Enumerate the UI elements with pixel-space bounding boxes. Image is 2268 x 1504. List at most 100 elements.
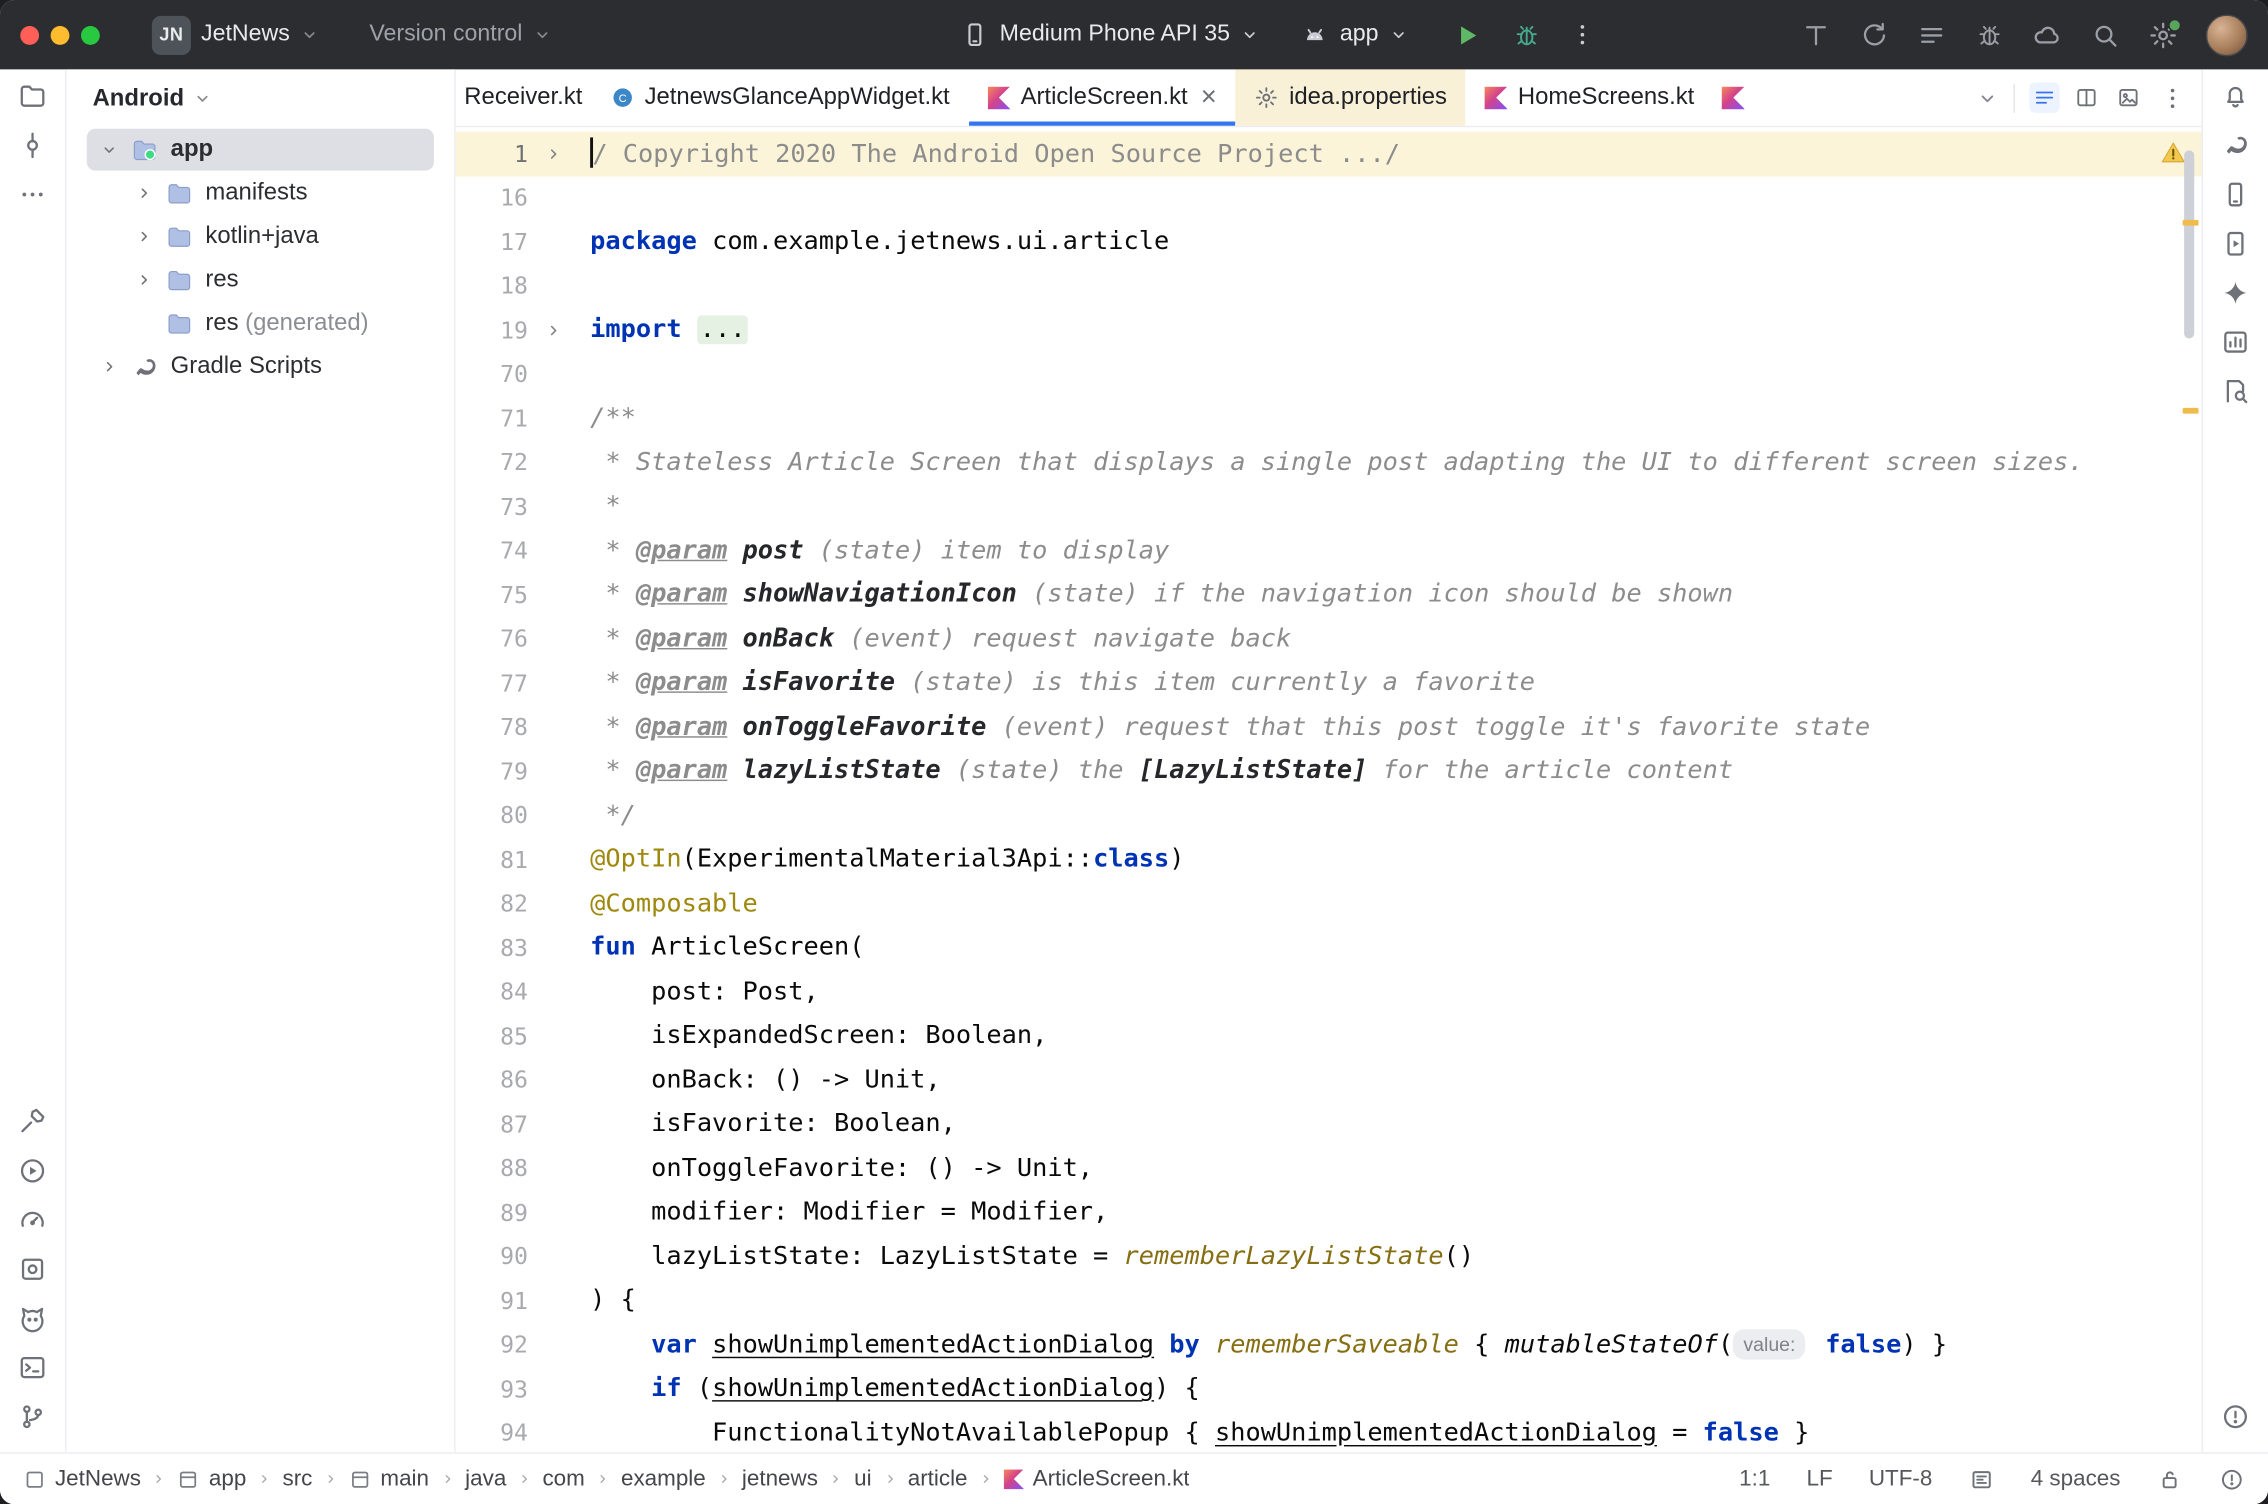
tab-homescreens-kt[interactable]: HomeScreens.kt bbox=[1466, 69, 1713, 125]
code-line-86[interactable]: 86 onBack: () -> Unit, bbox=[456, 1058, 2202, 1102]
breadcrumb-jetnews[interactable]: JetNews bbox=[23, 1466, 141, 1492]
code-line-92[interactable]: 92 var showUnimplementedActionDialog by … bbox=[456, 1323, 2202, 1367]
build-variants-icon[interactable] bbox=[1917, 20, 1947, 50]
code-line-16[interactable]: 16 bbox=[456, 176, 2202, 220]
code-line-72[interactable]: 72 * Stateless Article Screen that displ… bbox=[456, 440, 2202, 484]
reader-mode-toggle[interactable] bbox=[1969, 1466, 1995, 1492]
tree-item-res[interactable]: res bbox=[87, 259, 434, 301]
search-everywhere-icon[interactable] bbox=[2090, 20, 2120, 50]
tree-item-manifests[interactable]: manifests bbox=[87, 172, 434, 214]
code-line-70[interactable]: 70 bbox=[456, 352, 2202, 396]
code-line-74[interactable]: 74 * @param post (state) item to display bbox=[456, 529, 2202, 573]
breadcrumb-main[interactable]: main bbox=[349, 1466, 429, 1492]
app-quality-insights-icon[interactable] bbox=[1974, 20, 2004, 50]
inspection-status-icon[interactable] bbox=[2219, 1466, 2245, 1492]
tab-jetnewsglanceappwidget-kt[interactable]: CJetnewsGlanceAppWidget.kt bbox=[591, 69, 968, 125]
code-line-93[interactable]: 93 if (showUnimplementedActionDialog) { bbox=[456, 1367, 2202, 1411]
project-widget[interactable]: JN JetNews bbox=[152, 15, 320, 54]
chevron-right-icon[interactable] bbox=[130, 267, 156, 293]
more-run-actions-icon[interactable] bbox=[1568, 20, 1597, 49]
breadcrumb-jetnews[interactable]: jetnews bbox=[742, 1466, 818, 1492]
commit-tool-button[interactable] bbox=[17, 130, 47, 160]
code-editor[interactable]: 1/ Copyright 2020 The Android Open Sourc… bbox=[456, 127, 2202, 1452]
code-line-90[interactable]: 90 lazyListState: LazyListState = rememb… bbox=[456, 1235, 2202, 1279]
chevron-down-icon[interactable] bbox=[95, 137, 121, 163]
terminal-tool-button[interactable] bbox=[17, 1352, 47, 1382]
find-tool-button[interactable] bbox=[2220, 376, 2250, 406]
code-line-73[interactable]: 73 * bbox=[456, 485, 2202, 529]
device-selector[interactable]: Medium Phone API 35 bbox=[961, 20, 1261, 49]
settings-icon[interactable] bbox=[2148, 20, 2178, 50]
code-line-91[interactable]: 91) { bbox=[456, 1279, 2202, 1323]
breadcrumb-articlescreen-kt[interactable]: ArticleScreen.kt bbox=[1004, 1466, 1190, 1492]
code-line-83[interactable]: 83fun ArticleScreen( bbox=[456, 926, 2202, 970]
file-encoding[interactable]: UTF-8 bbox=[1869, 1466, 1933, 1492]
chevron-right-icon[interactable] bbox=[130, 223, 156, 249]
warning-stripe-mark[interactable] bbox=[2183, 220, 2199, 226]
caret-position[interactable]: 1:1 bbox=[1739, 1466, 1770, 1492]
project-view-header[interactable]: Android bbox=[67, 69, 455, 127]
device-manager-button[interactable] bbox=[2220, 179, 2250, 209]
code-line-94[interactable]: 94 FunctionalityNotAvailablePopup { show… bbox=[456, 1411, 2202, 1452]
code-line-75[interactable]: 75 * @param showNavigationIcon (state) i… bbox=[456, 573, 2202, 617]
device-streaming-icon[interactable] bbox=[1801, 20, 1831, 50]
code-line-87[interactable]: 87 isFavorite: Boolean, bbox=[456, 1102, 2202, 1146]
code-line-76[interactable]: 76 * @param onBack (event) request navig… bbox=[456, 617, 2202, 661]
inspections-warning-icon[interactable] bbox=[2160, 139, 2187, 166]
hidden-tabs-icon[interactable] bbox=[1976, 86, 1999, 109]
chevron-right-icon[interactable] bbox=[95, 354, 121, 380]
running-devices-button[interactable] bbox=[2220, 229, 2250, 259]
vcs-widget[interactable]: Version control bbox=[369, 22, 552, 48]
sdk-manager-icon[interactable] bbox=[2032, 20, 2062, 50]
tab-articlescreen-kt[interactable]: ArticleScreen.kt× bbox=[968, 69, 1235, 125]
breadcrumb-example[interactable]: example bbox=[621, 1466, 706, 1492]
code-line-78[interactable]: 78 * @param onToggleFavorite (event) req… bbox=[456, 705, 2202, 749]
line-ending[interactable]: LF bbox=[1807, 1466, 1833, 1492]
code-line-82[interactable]: 82@Composable bbox=[456, 882, 2202, 926]
run-tool-button[interactable] bbox=[17, 1156, 47, 1186]
tab-idea-properties[interactable]: idea.properties bbox=[1236, 69, 1466, 125]
version-control-tool-button[interactable] bbox=[17, 1402, 47, 1432]
breadcrumb-article[interactable]: article bbox=[908, 1466, 968, 1492]
code-line-81[interactable]: 81@OptIn(ExperimentalMaterial3Api::class… bbox=[456, 837, 2202, 881]
profiler-tool-button[interactable] bbox=[17, 1205, 47, 1235]
more-tool-windows-button[interactable] bbox=[17, 179, 47, 209]
gemini-button[interactable] bbox=[2220, 278, 2250, 308]
code-line-19[interactable]: 19import ... bbox=[456, 308, 2202, 352]
fold-arrow-icon[interactable] bbox=[528, 321, 577, 340]
minimize-window-button[interactable] bbox=[51, 25, 70, 44]
breadcrumb-ui[interactable]: ui bbox=[854, 1466, 871, 1492]
breadcrumb-java[interactable]: java bbox=[465, 1466, 506, 1492]
code-line-85[interactable]: 85 isExpandedScreen: Boolean, bbox=[456, 1014, 2202, 1058]
profiler-action-icon[interactable] bbox=[1859, 20, 1889, 50]
user-avatar[interactable] bbox=[2206, 14, 2248, 56]
editor-scrollbar[interactable] bbox=[2184, 150, 2194, 338]
close-tab-icon[interactable]: × bbox=[1201, 84, 1217, 111]
editor-options-icon[interactable] bbox=[2158, 83, 2187, 112]
chevron-right-icon[interactable] bbox=[130, 180, 156, 206]
tab-receiver-kt[interactable]: Receiver.kt bbox=[456, 69, 591, 125]
code-line-79[interactable]: 79 * @param lazyListState (state) the [L… bbox=[456, 749, 2202, 793]
run-button[interactable] bbox=[1452, 20, 1482, 50]
code-line-17[interactable]: 17package com.example.jetnews.ui.article bbox=[456, 220, 2202, 264]
code-line-1[interactable]: 1/ Copyright 2020 The Android Open Sourc… bbox=[456, 132, 2202, 176]
tree-item-app[interactable]: app bbox=[87, 129, 434, 171]
code-line-80[interactable]: 80 */ bbox=[456, 793, 2202, 837]
breadcrumb-com[interactable]: com bbox=[542, 1466, 584, 1492]
code-line-89[interactable]: 89 modifier: Modifier = Modifier, bbox=[456, 1190, 2202, 1234]
build-tool-button[interactable] bbox=[17, 1107, 47, 1137]
tree-item-res[interactable]: res (generated) bbox=[87, 302, 434, 344]
problems-tool-button[interactable] bbox=[2220, 1402, 2250, 1432]
code-view-button[interactable] bbox=[2029, 82, 2059, 112]
tree-item-gradle-scripts[interactable]: Gradle Scripts bbox=[87, 346, 434, 388]
notifications-button[interactable] bbox=[2220, 81, 2250, 111]
code-line-84[interactable]: 84 post: Post, bbox=[456, 970, 2202, 1014]
breadcrumb-src[interactable]: src bbox=[283, 1466, 313, 1492]
tree-item-kotlin-java[interactable]: kotlin+java bbox=[87, 216, 434, 258]
run-configuration-selector[interactable]: app bbox=[1301, 20, 1409, 49]
code-line-77[interactable]: 77 * @param isFavorite (state) is this i… bbox=[456, 661, 2202, 705]
split-view-button[interactable] bbox=[2071, 82, 2101, 112]
code-line-18[interactable]: 18 bbox=[456, 264, 2202, 308]
indent-style[interactable]: 4 spaces bbox=[2031, 1466, 2121, 1492]
fold-arrow-icon[interactable] bbox=[528, 144, 577, 163]
